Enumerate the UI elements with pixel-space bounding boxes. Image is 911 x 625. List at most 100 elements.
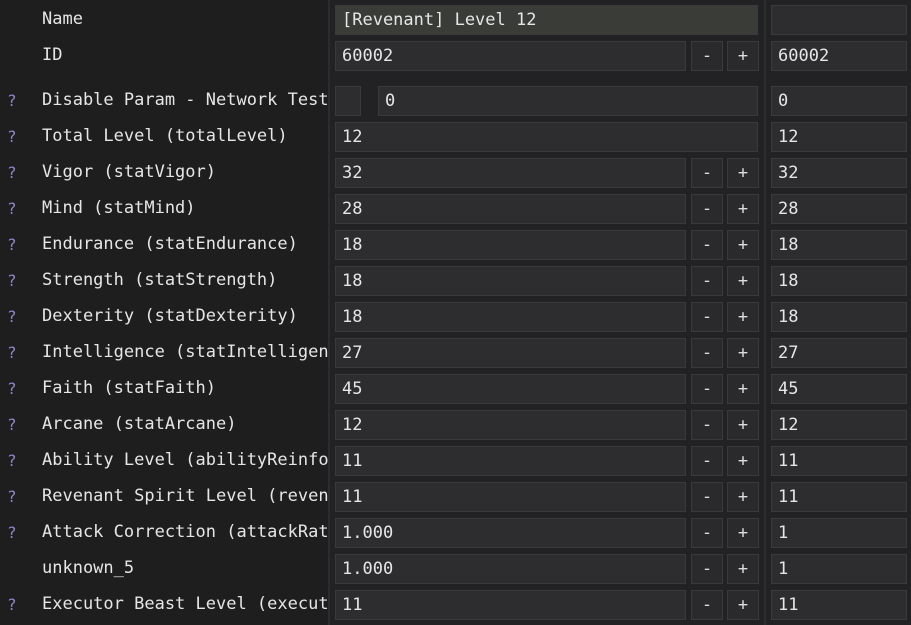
- help-icon[interactable]: ?: [7, 199, 17, 218]
- decrement-button[interactable]: -: [691, 554, 723, 584]
- value-input[interactable]: 11: [335, 482, 686, 512]
- increment-button[interactable]: +: [727, 446, 759, 476]
- field-label: Revenant Spirit Level (revenant): [42, 486, 328, 506]
- increment-button[interactable]: +: [727, 410, 759, 440]
- value-input[interactable]: 1.000: [335, 554, 686, 584]
- compare-input[interactable]: 28: [771, 194, 907, 224]
- field-row: ? Intelligence (statIntelligence) 27 - + …: [0, 338, 911, 368]
- field-row: ? Strength (statStrength) 18 - + 18: [0, 266, 911, 296]
- field-row: ? Arcane (statArcane) 12 - + 12: [0, 410, 911, 440]
- help-icon[interactable]: ?: [7, 127, 17, 146]
- compare-name-input[interactable]: [771, 5, 907, 35]
- decrement-button[interactable]: -: [691, 410, 723, 440]
- field-row: ? Mind (statMind) 28 - + 28: [0, 194, 911, 224]
- compare-input[interactable]: 0: [771, 86, 907, 116]
- decrement-button[interactable]: -: [691, 194, 723, 224]
- compare-input[interactable]: 11: [771, 446, 907, 476]
- compare-input[interactable]: 11: [771, 590, 907, 620]
- increment-button[interactable]: +: [727, 338, 759, 368]
- field-row-total-level: ? Total Level (totalLevel) 12 12: [0, 122, 911, 152]
- compare-input[interactable]: 12: [771, 122, 907, 152]
- increment-button[interactable]: +: [727, 194, 759, 224]
- help-icon[interactable]: ?: [7, 91, 17, 110]
- value-input[interactable]: 18: [335, 302, 686, 332]
- field-label: unknown_5: [42, 558, 135, 578]
- field-label: Disable Param - Network Test: [42, 90, 328, 110]
- compare-input[interactable]: 18: [771, 230, 907, 260]
- increment-button[interactable]: +: [727, 230, 759, 260]
- help-icon[interactable]: ?: [7, 343, 17, 362]
- compare-input[interactable]: 18: [771, 302, 907, 332]
- field-label: Endurance (statEndurance): [42, 234, 298, 254]
- compare-input[interactable]: 11: [771, 482, 907, 512]
- decrement-button[interactable]: -: [691, 266, 723, 296]
- field-label: Faith (statFaith): [42, 378, 216, 398]
- help-icon[interactable]: ?: [7, 271, 17, 290]
- increment-button[interactable]: +: [727, 266, 759, 296]
- increment-button[interactable]: +: [727, 374, 759, 404]
- field-label: Executor Beast Level (executor): [42, 594, 328, 614]
- compare-id-input[interactable]: 60002: [771, 41, 907, 71]
- help-icon[interactable]: ?: [7, 163, 17, 182]
- value-input[interactable]: 18: [335, 266, 686, 296]
- field-label: Intelligence (statIntelligence): [42, 342, 328, 362]
- compare-input[interactable]: 27: [771, 338, 907, 368]
- field-row: ? Attack Correction (attackRate) 1.000 - …: [0, 518, 911, 548]
- help-icon[interactable]: ?: [7, 379, 17, 398]
- compare-input[interactable]: 18: [771, 266, 907, 296]
- compare-input[interactable]: 12: [771, 410, 907, 440]
- value-input[interactable]: 11: [335, 446, 686, 476]
- decrement-button[interactable]: -: [691, 590, 723, 620]
- decrement-button[interactable]: -: [691, 41, 723, 71]
- compare-input[interactable]: 1: [771, 554, 907, 584]
- help-icon[interactable]: ?: [7, 451, 17, 470]
- name-input[interactable]: [Revenant] Level 12: [335, 5, 758, 35]
- field-label: Arcane (statArcane): [42, 414, 237, 434]
- value-input[interactable]: 28: [335, 194, 686, 224]
- value-input[interactable]: 45: [335, 374, 686, 404]
- field-label: ID: [42, 45, 63, 65]
- id-input[interactable]: 60002: [335, 41, 686, 71]
- decrement-button[interactable]: -: [691, 482, 723, 512]
- value-input[interactable]: 27: [335, 338, 686, 368]
- field-row: ? Vigor (statVigor) 32 - + 32: [0, 158, 911, 188]
- field-label: Dexterity (statDexterity): [42, 306, 298, 326]
- decrement-button[interactable]: -: [691, 518, 723, 548]
- value-input[interactable]: 1.000: [335, 518, 686, 548]
- help-icon[interactable]: ?: [7, 307, 17, 326]
- decrement-button[interactable]: -: [691, 374, 723, 404]
- field-label: Strength (statStrength): [42, 270, 278, 290]
- increment-button[interactable]: +: [727, 158, 759, 188]
- value-input[interactable]: 18: [335, 230, 686, 260]
- decrement-button[interactable]: -: [691, 446, 723, 476]
- help-icon[interactable]: ?: [7, 523, 17, 542]
- decrement-button[interactable]: -: [691, 302, 723, 332]
- field-label: Mind (statMind): [42, 198, 196, 218]
- value-input[interactable]: 11: [335, 590, 686, 620]
- increment-button[interactable]: +: [727, 482, 759, 512]
- value-input[interactable]: 12: [335, 410, 686, 440]
- help-icon[interactable]: ?: [7, 415, 17, 434]
- field-row-disable: ? Disable Param - Network Test 0 0: [0, 86, 911, 116]
- help-icon[interactable]: ?: [7, 235, 17, 254]
- field-row: ? Endurance (statEndurance) 18 - + 18: [0, 230, 911, 260]
- help-icon[interactable]: ?: [7, 595, 17, 614]
- total-level-input[interactable]: 12: [335, 122, 758, 152]
- decrement-button[interactable]: -: [691, 158, 723, 188]
- increment-button[interactable]: +: [727, 518, 759, 548]
- decrement-button[interactable]: -: [691, 338, 723, 368]
- field-label: Ability Level (abilityReinforce): [42, 450, 328, 470]
- decrement-button[interactable]: -: [691, 230, 723, 260]
- compare-input[interactable]: 45: [771, 374, 907, 404]
- disable-checkbox[interactable]: [335, 86, 361, 116]
- increment-button[interactable]: +: [727, 590, 759, 620]
- compare-input[interactable]: 1: [771, 518, 907, 548]
- value-input[interactable]: 32: [335, 158, 686, 188]
- help-icon[interactable]: ?: [7, 487, 17, 506]
- field-label: Attack Correction (attackRate): [42, 522, 328, 542]
- increment-button[interactable]: +: [727, 41, 759, 71]
- compare-input[interactable]: 32: [771, 158, 907, 188]
- disable-input[interactable]: 0: [378, 86, 758, 116]
- increment-button[interactable]: +: [727, 554, 759, 584]
- increment-button[interactable]: +: [727, 302, 759, 332]
